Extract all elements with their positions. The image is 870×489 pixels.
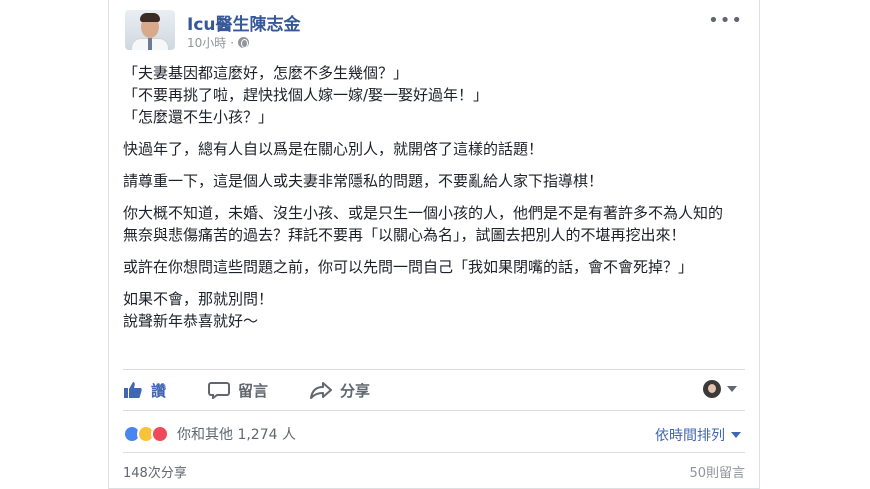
post-paragraph: 「夫妻基因都這麼好，怎麼不多生幾個？」 (123, 64, 409, 82)
facebook-post: Icu醫生陳志金 10小時 · ••• 「夫妻基因都這麼好，怎麼不多生幾個？」 … (108, 0, 760, 489)
comment-label: 留言 (238, 381, 269, 400)
like-label: 讚 (151, 381, 167, 400)
post-paragraph: 請尊重一下，這是個人或夫妻非常隱私的問題，不要亂給人家下指導棋！ (123, 172, 604, 190)
post-paragraph: 「怎麼還不生小孩？」 (123, 108, 274, 126)
reaction-love-icon (151, 425, 169, 443)
avatar-hair (140, 13, 160, 22)
more-icon[interactable]: ••• (708, 10, 743, 31)
reaction-icons[interactable] (123, 425, 169, 443)
caret-down-icon (731, 432, 741, 438)
post-paragraph: 如果不會，那就別問！ (123, 290, 274, 308)
like-button[interactable]: 讚 (123, 380, 166, 401)
shares-count[interactable]: 148次分享 (123, 462, 187, 481)
post-header: Icu醫生陳志金 10小時 · ••• (123, 8, 745, 54)
reactions-count[interactable]: 你和其他 1,274 人 (177, 424, 296, 444)
globe-icon[interactable] (238, 37, 250, 48)
divider (123, 452, 745, 453)
post-paragraph: 你大概不知道，未婚、沒生小孩、或是只生一個小孩的人，他們是不是有著許多不為人知的… (123, 204, 724, 244)
comments-count[interactable]: 50則留言 (689, 462, 745, 481)
avatar-tie (148, 38, 152, 50)
sort-label: 依時間排列 (655, 428, 725, 444)
reactions-summary: 你和其他 1,274 人 依時間排列 (123, 422, 745, 446)
comment-sort-dropdown[interactable]: 依時間排列 (655, 425, 741, 445)
meta-separator: · (230, 35, 235, 50)
post-paragraph: 「不要再挑了啦，趕快找個人嫁一嫁/娶一娶好過年！」 (123, 86, 489, 104)
post-paragraph: 快過年了，總有人自以爲是在關心別人，就開啓了這樣的話題！ (123, 140, 544, 158)
share-label: 分享 (340, 381, 371, 400)
caret-down-icon (727, 386, 737, 392)
comment-icon (208, 382, 231, 399)
comment-button[interactable]: 留言 (208, 380, 268, 401)
post-body: 「夫妻基因都這麼好，怎麼不多生幾個？」 「不要再挑了啦，趕快找個人嫁一嫁/娶一娶… (123, 62, 733, 332)
viewer-avatar (703, 380, 721, 398)
like-icon (124, 382, 142, 398)
post-actions: 讚 留言 分享 (123, 369, 745, 411)
post-meta: 10小時 · (187, 34, 250, 51)
author-name[interactable]: Icu醫生陳志金 (187, 10, 301, 35)
reaction-identity-selector[interactable] (703, 380, 737, 398)
post-paragraph: 說聲新年恭喜就好～ (123, 312, 259, 330)
post-time[interactable]: 10小時 (187, 34, 226, 51)
author-avatar[interactable] (125, 10, 175, 50)
share-button[interactable]: 分享 (310, 380, 370, 401)
share-icon (310, 382, 333, 399)
post-paragraph: 或許在你想問這些問題之前，你可以先問一問自己「我如果閉嘴的話，會不會死掉？」 (123, 258, 694, 276)
